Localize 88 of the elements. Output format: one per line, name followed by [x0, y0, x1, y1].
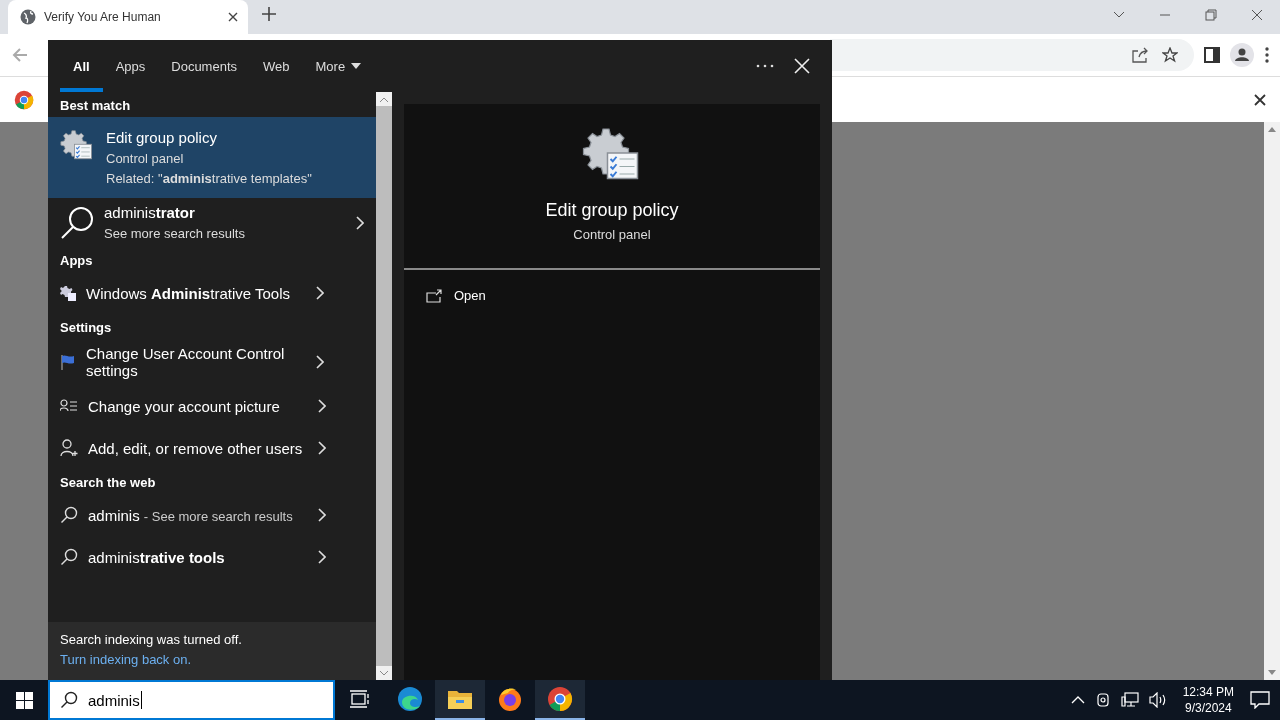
result-label: Add, edit, or remove other users — [88, 439, 304, 457]
star-icon[interactable] — [1162, 47, 1178, 63]
result-item[interactable]: Windows Administrative Tools — [48, 272, 376, 314]
caret-icon — [351, 63, 362, 69]
query-hint: - See more search results — [143, 508, 293, 524]
flag-icon — [60, 354, 76, 370]
search-icon — [60, 691, 78, 709]
firefox-icon — [497, 686, 523, 712]
suggestion-text: administrator — [104, 204, 196, 221]
scrollbar[interactable] — [376, 92, 392, 680]
result-item[interactable]: Change User Account Control settings — [48, 339, 376, 385]
close-icon[interactable] — [228, 12, 238, 22]
search-icon — [60, 205, 94, 240]
account-list-icon — [60, 399, 78, 413]
result-label: Windows Administrative Tools — [86, 284, 291, 302]
share-icon[interactable] — [1132, 47, 1148, 63]
result-item[interactable]: Change your account picture — [48, 385, 376, 427]
result-title: Edit group policy — [106, 129, 218, 146]
search-field[interactable]: adminis — [48, 680, 335, 720]
related-text: Related: "administrative templates" — [106, 171, 313, 186]
chevron-up-icon[interactable] — [1070, 696, 1085, 704]
result-item[interactable]: Add, edit, or remove other users — [48, 427, 376, 469]
side-panel-icon[interactable] — [1204, 47, 1220, 63]
menu-icon[interactable] — [1264, 46, 1270, 64]
more-options-icon[interactable] — [756, 64, 774, 68]
open-action[interactable]: Open — [404, 270, 508, 321]
folder-icon — [447, 688, 473, 710]
search-value: adminis — [88, 691, 140, 709]
scroll-up-icon[interactable] — [1268, 126, 1276, 132]
task-view-icon — [350, 690, 370, 708]
scroll-down-icon[interactable] — [380, 670, 388, 676]
chevron-right-icon — [318, 550, 326, 564]
scrollbar[interactable] — [1264, 122, 1280, 680]
search-icon — [60, 506, 78, 524]
chevron-right-icon — [356, 215, 364, 230]
taskbar-app[interactable] — [535, 680, 585, 720]
query-text: adminis — [88, 506, 140, 524]
profile-icon[interactable] — [1230, 43, 1254, 67]
preview-title: Edit group policy — [545, 200, 679, 221]
search-icon — [60, 548, 78, 566]
chevron-right-icon — [316, 286, 324, 300]
scroll-up-icon[interactable] — [380, 96, 388, 102]
new-tab-icon[interactable] — [262, 7, 276, 21]
browser-tab[interactable]: Verify You Are Human — [8, 0, 248, 34]
result-item[interactable]: administrative tools — [48, 536, 376, 578]
result-label: Change User Account Control settings — [86, 345, 286, 379]
chrome-icon — [14, 89, 34, 110]
chevron-right-icon — [318, 508, 326, 522]
camera-icon[interactable] — [1094, 692, 1111, 708]
notification-icon[interactable] — [1250, 691, 1270, 709]
search-suggestion[interactable]: administrator See more search results — [48, 198, 376, 247]
globe-icon — [20, 9, 36, 25]
clock-date: 9/3/2024 — [1183, 701, 1233, 715]
result-label: administrative tools — [88, 548, 226, 566]
filter-tab[interactable]: Web — [250, 40, 303, 92]
chevron-right-icon — [318, 399, 326, 413]
result-type: Control panel — [106, 151, 185, 166]
chevron-right-icon — [316, 355, 324, 369]
network-icon[interactable] — [1120, 692, 1139, 708]
web-search-item[interactable]: adminis - See more search results — [48, 494, 376, 536]
close-icon[interactable] — [1254, 93, 1266, 106]
filter-tab[interactable]: More — [302, 40, 375, 92]
preview-subtitle: Control panel — [573, 227, 651, 242]
chrome-icon — [547, 686, 573, 712]
filter-tab[interactable]: Documents — [158, 40, 250, 92]
turn-indexing-link[interactable]: Turn indexing back on. — [60, 652, 364, 667]
filter-tab[interactable]: Apps — [102, 40, 159, 92]
section-heading: Apps — [59, 252, 94, 270]
section-heading: Settings — [59, 319, 113, 337]
add-user-icon — [60, 439, 78, 457]
volume-icon[interactable] — [1148, 692, 1167, 708]
clock-time: 12:34 PM — [1182, 685, 1234, 699]
open-window-icon — [426, 288, 442, 303]
result-label: Change your account picture — [88, 397, 281, 415]
tab-title: Verify You Are Human — [44, 10, 162, 24]
filter-tab[interactable]: All — [60, 40, 103, 92]
windows-icon — [15, 691, 33, 709]
section-heading: Best match — [59, 97, 132, 115]
chevron-right-icon — [318, 441, 326, 455]
best-match-result[interactable]: Edit group policy Control panel Related: "administrative templates" — [48, 117, 376, 198]
notice-text: Search indexing was turned off. — [60, 632, 243, 647]
scroll-down-icon[interactable] — [1268, 670, 1276, 676]
suggestion-hint: See more search results — [104, 226, 246, 241]
section-heading: Search the web — [59, 474, 157, 492]
edge-icon — [397, 686, 423, 712]
tools-icon — [60, 285, 76, 301]
clock[interactable]: 12:34 PM 9/3/2024 — [1182, 685, 1234, 715]
taskbar-app[interactable] — [435, 680, 485, 720]
